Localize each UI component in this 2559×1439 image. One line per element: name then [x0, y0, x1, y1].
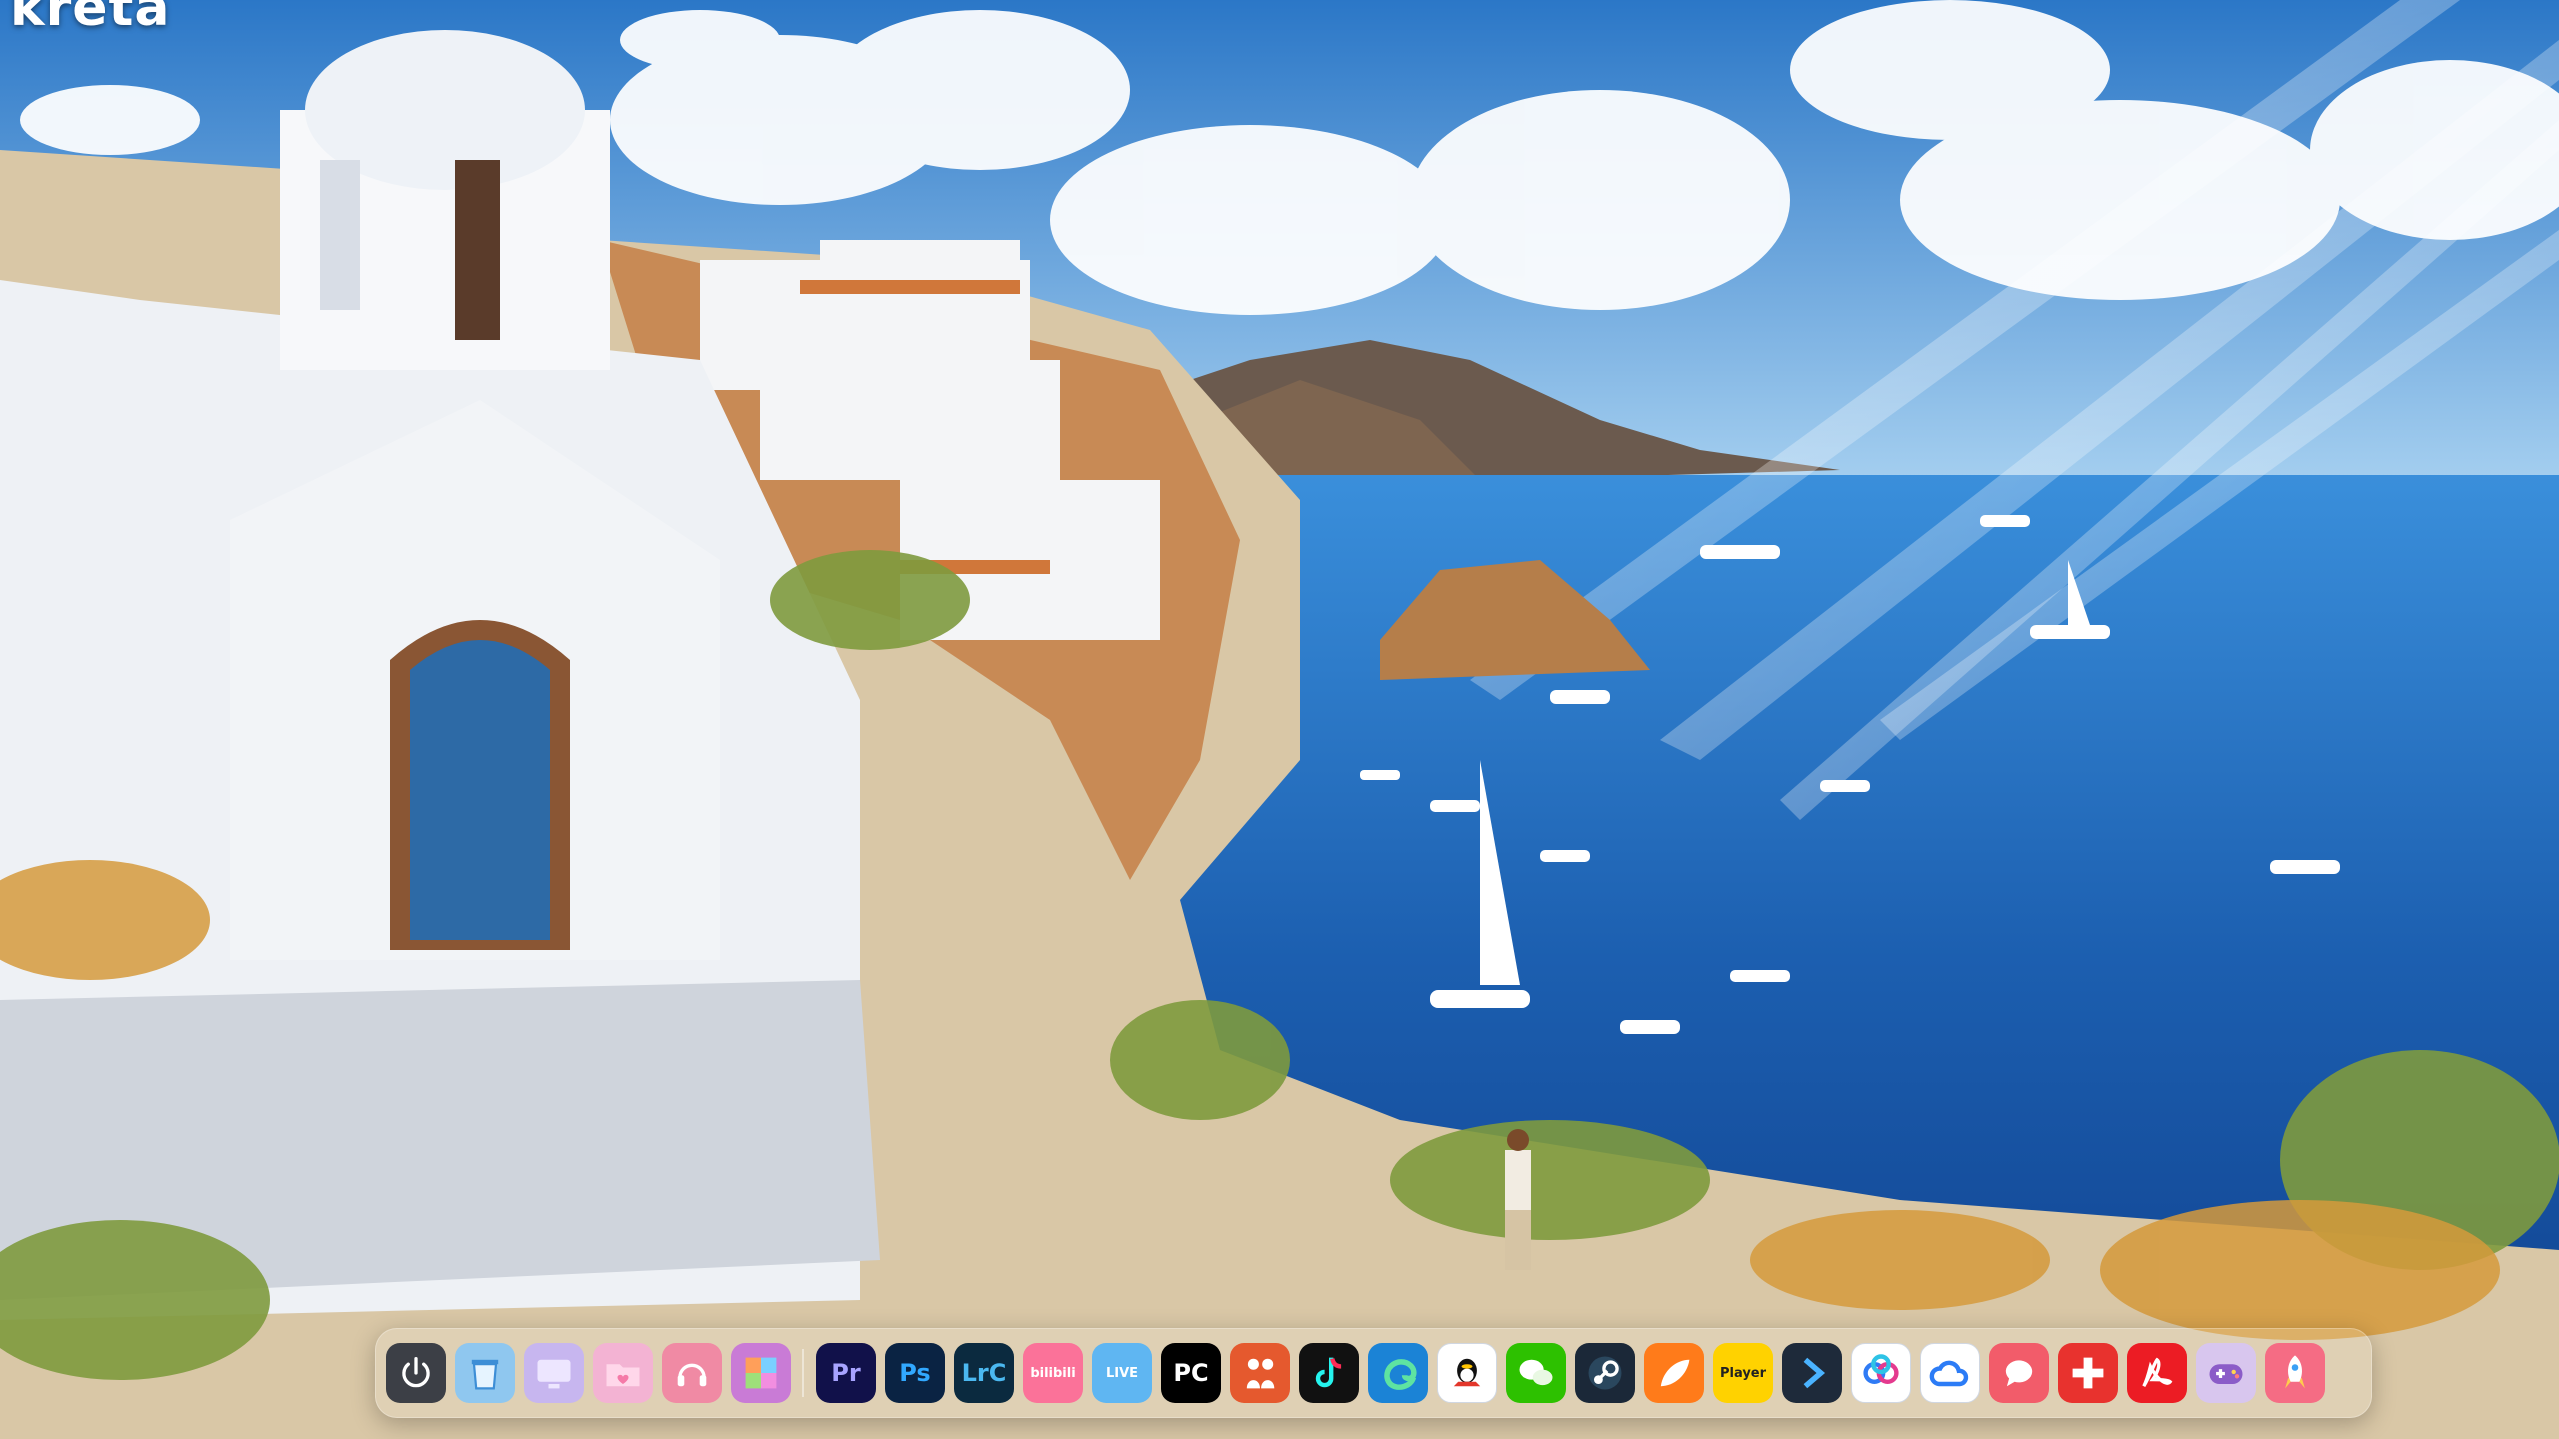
dock-icon-power[interactable] — [386, 1343, 446, 1403]
dock-icon-label: PC — [1173, 1359, 1209, 1387]
dock-icon-qq[interactable] — [1437, 1343, 1497, 1403]
dock-icon-wechat[interactable] — [1506, 1343, 1566, 1403]
dock-icon-pycharm[interactable]: PC — [1161, 1343, 1221, 1403]
dock-icon-edge[interactable] — [1368, 1343, 1428, 1403]
dock-separator — [802, 1349, 804, 1397]
dock-icon-tiktok[interactable] — [1299, 1343, 1359, 1403]
dock-icon-label: bilibili — [1030, 1365, 1076, 1381]
watermark-text: kreta — [10, 0, 171, 38]
dock-icon-headphones[interactable] — [662, 1343, 722, 1403]
dock-icon-rocket[interactable] — [2265, 1343, 2325, 1403]
dock-icon-live-app[interactable]: LIVE — [1092, 1343, 1152, 1403]
dock-icon-photos[interactable] — [731, 1343, 791, 1403]
dock-icon-lightroom-classic[interactable]: LrC — [954, 1343, 1014, 1403]
taskbar-dock: Pr Ps LrC bilibili LIVE PC Player — [375, 1328, 2372, 1418]
dock-icon-red-cross-app[interactable] — [2058, 1343, 2118, 1403]
dock-icon-potplayer[interactable]: Player — [1713, 1343, 1773, 1403]
dock-icon-label: Player — [1719, 1365, 1767, 1381]
dock-icon-steam[interactable] — [1575, 1343, 1635, 1403]
dock-icon-acrobat[interactable] — [2127, 1343, 2187, 1403]
dock-icon-label: Ps — [899, 1359, 931, 1387]
dock-icon-monitor[interactable] — [524, 1343, 584, 1403]
dock-icon-photoshop[interactable]: Ps — [885, 1343, 945, 1403]
dock-icon-chat-bubble-app[interactable] — [1989, 1343, 2049, 1403]
dock-icon-orange-app[interactable] — [1644, 1343, 1704, 1403]
desktop-wallpaper — [0, 0, 2559, 1439]
dock-icon-label: LIVE — [1105, 1365, 1139, 1381]
dock-icon-people-app[interactable] — [1230, 1343, 1290, 1403]
dock-icon-folder[interactable] — [593, 1343, 653, 1403]
dock-icon-game-controller[interactable] — [2196, 1343, 2256, 1403]
dock-icon-label: Pr — [831, 1359, 861, 1387]
dock-icon-label: LrC — [961, 1359, 1007, 1387]
dock-icon-baidu-netdisk[interactable] — [1851, 1343, 1911, 1403]
dock-icon-premiere-pro[interactable]: Pr — [816, 1343, 876, 1403]
dock-icon-bilibili[interactable]: bilibili — [1023, 1343, 1083, 1403]
dock-icon-arrow-app[interactable] — [1782, 1343, 1842, 1403]
dock-icon-recycle-bin[interactable] — [455, 1343, 515, 1403]
dock-icon-cloud-app[interactable] — [1920, 1343, 1980, 1403]
